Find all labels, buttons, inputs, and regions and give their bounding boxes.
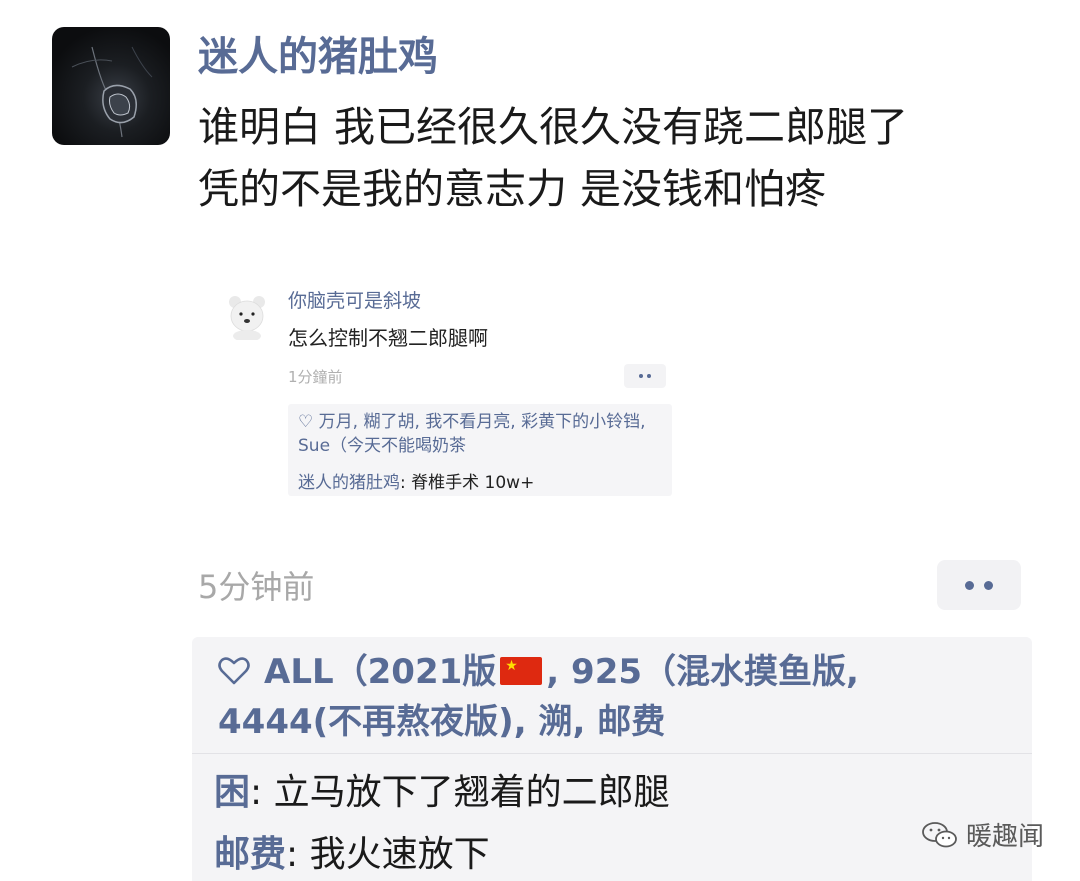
embedded-heart-icon: ♡ — [298, 412, 319, 432]
post-username[interactable]: 迷人的猪肚鸡 — [198, 30, 438, 84]
more-button[interactable] — [937, 560, 1021, 610]
likes-line: ALL（2021版 ★, 925（混水摸鱼版, — [218, 649, 859, 695]
comment-text: : 立马放下了翘着的二郎腿 — [250, 772, 670, 813]
likes-section: ALL（2021版 ★, 925（混水摸鱼版, 4444(不再熬夜版), 溯, 邮… — [192, 637, 1032, 754]
post-text-line: 凭的不是我的意志力 是没钱和怕疼 — [198, 165, 827, 213]
china-flag-icon: ★ — [500, 657, 543, 685]
post-time: 5分钟前 — [198, 568, 315, 606]
embedded-likes-box: ♡ 万月, 糊了胡, 我不看月亮, 彩黄下的小铃铛, Sue（今天不能喝奶茶 迷… — [288, 404, 672, 496]
polar-bear-avatar — [222, 290, 272, 342]
watermark-text: 暖趣闻 — [966, 822, 1045, 852]
interaction-box: ALL（2021版 ★, 925（混水摸鱼版, 4444(不再熬夜版), 溯, 邮… — [192, 637, 1032, 881]
heart-outline-icon — [218, 657, 250, 685]
comment-author[interactable]: 邮费 — [214, 834, 286, 875]
likes-line[interactable]: 4444(不再熬夜版), 溯, 邮费 — [218, 699, 665, 745]
car-interior-image — [71, 46, 153, 138]
watermark: 暖趣闻 — [920, 816, 1044, 853]
post-text: 谁明白 我已经很久很久没有跷二郎腿了 凭的不是我的意志力 是没钱和怕疼 — [198, 96, 1038, 220]
like-name[interactable]: ALL（2021版 — [264, 652, 496, 692]
comment-row[interactable]: 困: 立马放下了翘着的二郎腿 — [214, 763, 670, 815]
like-name[interactable]: , 925（混水摸鱼版, — [546, 652, 859, 692]
more-dots-icon — [965, 580, 974, 590]
embedded-comment-image: 你脑壳可是斜坡 怎么控制不翘二郎腿啊 1分鐘前 ♡ 万月, 糊了胡, 我不看月亮… — [210, 272, 690, 512]
post-text-line: 谁明白 我已经很久很久没有跷二郎腿了 — [198, 103, 909, 151]
embedded-reply: 迷人的猪肚鸡: 脊椎手术 10w+ — [298, 468, 534, 493]
embedded-reply-author: 迷人的猪肚鸡 — [298, 473, 400, 493]
embedded-comment-username: 你脑壳可是斜坡 — [288, 290, 422, 312]
embedded-likes-list: 万月, 糊了胡, 我不看月亮, 彩黄下的小铃铛, Sue（今天不能喝奶茶 — [298, 412, 646, 456]
comment-row[interactable]: 邮费: 我火速放下 — [214, 825, 490, 877]
embedded-comment-time: 1分鐘前 — [288, 368, 343, 386]
user-avatar[interactable] — [52, 27, 170, 145]
embedded-comment-text: 怎么控制不翘二郎腿啊 — [288, 326, 488, 350]
moments-post: 迷人的猪肚鸡 谁明白 我已经很久很久没有跷二郎腿了 凭的不是我的意志力 是没钱和… — [0, 0, 1080, 881]
wechat-logo-icon — [922, 821, 957, 847]
embedded-more-icon — [624, 364, 666, 388]
comment-text: : 我火速放下 — [286, 834, 490, 875]
comment-author[interactable]: 困 — [214, 772, 250, 813]
embedded-reply-text: : 脊椎手术 10w+ — [400, 473, 535, 493]
